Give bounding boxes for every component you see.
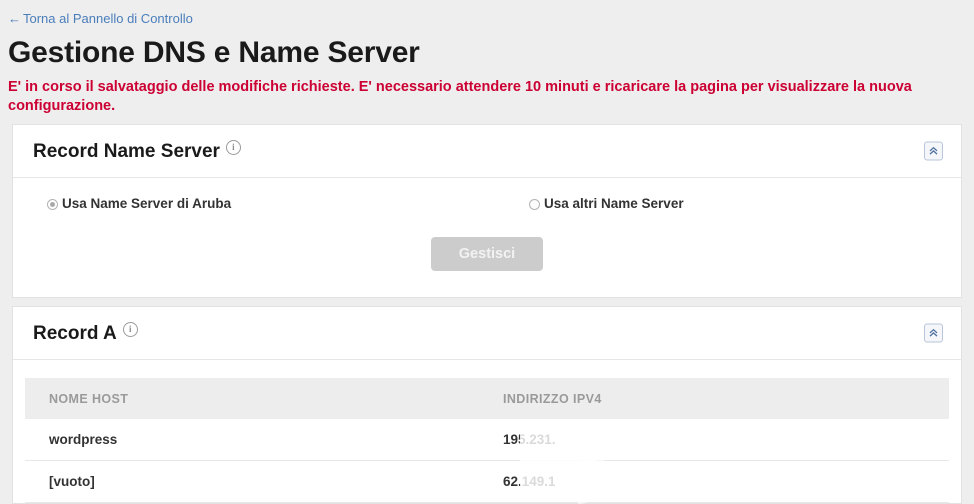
panel-header-record-a: Record A i: [13, 307, 961, 360]
double-chevron-up-icon[interactable]: [924, 141, 943, 161]
gestisci-button[interactable]: Gestisci: [430, 237, 544, 271]
record-a-table: NOME HOST INDIRIZZO IPV4 wordpress 195.2…: [25, 378, 949, 503]
record-a-table-head: NOME HOST INDIRIZZO IPV4: [25, 378, 949, 419]
radio-indicator-aruba[interactable]: [47, 198, 58, 210]
radio-indicator-other[interactable]: [529, 198, 540, 210]
manage-button-row: Gestisci: [13, 237, 961, 271]
radio-label-other: Usa altri Name Server: [544, 196, 684, 211]
panel-record-name-server: Record Name Server i Usa Name Server di …: [12, 124, 962, 298]
record-a-table-wrap: NOME HOST INDIRIZZO IPV4 wordpress 195.2…: [13, 360, 961, 503]
double-chevron-up-icon[interactable]: [924, 323, 943, 343]
radio-label-aruba: Usa Name Server di Aruba: [62, 196, 232, 211]
page-topbar: ← Torna al Pannello di Controllo: [0, 0, 974, 28]
back-link-label: Torna al Pannello di Controllo: [23, 11, 193, 26]
panel-record-a: Record A i NOME HOST INDIRIZZO IPV4 word…: [12, 306, 962, 504]
left-arrow-icon: ←: [8, 11, 21, 26]
back-to-control-panel-link[interactable]: ← Torna al Pannello di Controllo: [8, 11, 193, 27]
name-server-body: Usa Name Server di Aruba Usa altri Name …: [13, 178, 961, 297]
panel-header-name-server: Record Name Server i: [13, 125, 961, 178]
cell-indirizzo-ipv4: 195.231.: [479, 419, 949, 461]
info-icon[interactable]: i: [122, 321, 138, 337]
table-header-row: NOME HOST INDIRIZZO IPV4: [25, 378, 949, 419]
info-icon[interactable]: i: [225, 139, 241, 155]
table-row[interactable]: [vuoto] 62.149.1: [25, 460, 949, 503]
panel-title-record-a: Record A: [33, 323, 117, 344]
save-in-progress-alert: E' in corso il salvataggio delle modific…: [8, 79, 912, 114]
column-header-indirizzo-ipv4: INDIRIZZO IPV4: [479, 378, 949, 419]
cell-nome-host: [vuoto]: [25, 460, 479, 503]
radio-option-aruba-name-server[interactable]: Usa Name Server di Aruba: [47, 196, 529, 212]
cell-nome-host: wordpress: [25, 419, 479, 461]
column-header-nome-host: NOME HOST: [25, 378, 479, 419]
record-a-table-body: wordpress 195.231. [vuoto] 62.149.1: [25, 419, 949, 503]
page-title: Gestione DNS e Name Server: [8, 36, 420, 69]
cell-indirizzo-ipv4: 62.149.1: [479, 460, 949, 503]
panel-title-name-server: Record Name Server: [33, 141, 220, 162]
table-row[interactable]: wordpress 195.231.: [25, 419, 949, 461]
name-server-options: Usa Name Server di Aruba Usa altri Name …: [13, 196, 961, 212]
radio-option-other-name-server[interactable]: Usa altri Name Server: [529, 196, 684, 212]
